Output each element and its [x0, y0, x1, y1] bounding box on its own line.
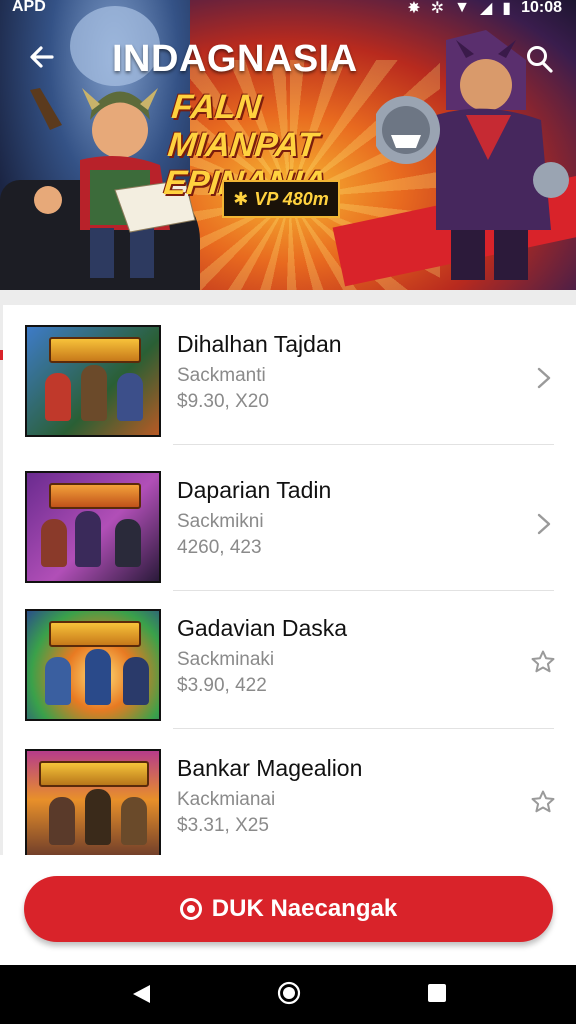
divider	[173, 444, 554, 445]
primary-action-label: DUK Naecangak	[211, 895, 398, 922]
item-price: $3.31, X25	[177, 815, 269, 836]
sparkle-icon: ✱	[233, 188, 249, 209]
thumbnail-figure	[45, 373, 71, 421]
radio-dot-icon	[179, 898, 202, 920]
status-time: 10:08	[521, 0, 562, 16]
promo-badge[interactable]: ✱ VP 480m	[222, 180, 340, 218]
thumbnail-figure	[85, 649, 111, 705]
item-subtitle: Kackmianai	[177, 789, 276, 810]
status-bar: APD ✸ ✲ ▼ ◢ ▮ 10:08	[0, 0, 576, 20]
thumbnail-figure	[117, 373, 143, 421]
item-title: Gadavian Daska	[177, 615, 348, 641]
thumbnail-figure	[115, 519, 141, 567]
primary-action-button[interactable]: DUK Naecangak	[24, 876, 553, 942]
thumbnail-figure	[49, 797, 75, 845]
item-title: Bankar Magealion	[177, 755, 363, 781]
star-outline-icon[interactable]	[530, 789, 556, 815]
list-item[interactable]: Daparian Tadin Sackmikni 4260, 423	[3, 451, 576, 591]
game-thumbnail	[25, 471, 161, 583]
app-screen: APD ✸ ✲ ▼ ◢ ▮ 10:08 INDAGNASIA FALN MIAN…	[0, 0, 576, 1024]
promo-badge-label: VP 480m	[254, 188, 329, 209]
game-list: Dihalhan Tajdan Sackmanti $9.30, X20 Dap…	[3, 305, 576, 861]
vibrate-icon: ✲	[430, 0, 445, 17]
star-outline-icon[interactable]	[530, 649, 556, 675]
nav-back-icon[interactable]	[130, 983, 152, 1005]
arrow-left-icon[interactable]	[26, 40, 60, 74]
item-price: 4260, 423	[177, 537, 262, 558]
thumbnail-figure	[45, 657, 71, 705]
item-price: $9.30, X20	[177, 391, 269, 412]
page-title: INDAGNASIA	[112, 38, 358, 80]
system-nav-bar	[0, 965, 576, 1024]
list-item[interactable]: Gadavian Daska Sackminaki $3.90, 422	[3, 589, 576, 729]
game-thumbnail	[25, 325, 161, 437]
signal-icon: ◢	[479, 0, 493, 17]
list-item[interactable]: Dihalhan Tajdan Sackmanti $9.30, X20	[3, 305, 576, 445]
thumbnail-banner	[49, 483, 141, 509]
thumbnail-figure	[121, 797, 147, 845]
item-price: $3.90, 422	[177, 675, 267, 696]
hero-banner: APD ✸ ✲ ▼ ◢ ▮ 10:08 INDAGNASIA FALN MIAN…	[0, 0, 576, 290]
battery-icon: ▮	[502, 0, 512, 17]
item-subtitle: Sackmikni	[177, 511, 264, 532]
chevron-right-icon[interactable]	[530, 511, 556, 537]
thumbnail-figure	[81, 365, 107, 421]
thumbnail-figure	[41, 519, 67, 567]
item-subtitle: Sackminaki	[177, 649, 275, 670]
thumbnail-banner	[49, 621, 141, 647]
item-subtitle: Sackmanti	[177, 365, 266, 386]
list-item[interactable]: Bankar Magealion Kackmianai $3.31, X25	[3, 729, 576, 869]
game-thumbnail	[25, 749, 161, 861]
status-carrier: APD	[12, 0, 46, 15]
game-thumbnail	[25, 609, 161, 721]
thumbnail-figure	[75, 511, 101, 567]
thumbnail-figure	[85, 789, 111, 845]
nav-recent-icon[interactable]	[428, 984, 446, 1002]
settings-icon: ✸	[407, 0, 421, 17]
thumbnail-banner	[49, 337, 141, 363]
thumbnail-figure	[123, 657, 149, 705]
nav-home-icon[interactable]	[277, 981, 301, 1005]
chevron-right-icon[interactable]	[530, 365, 556, 391]
item-title: Daparian Tadin	[177, 477, 332, 503]
wifi-icon: ▼	[454, 0, 470, 16]
status-icons: ✸ ✲ ▼ ◢ ▮ 10:08	[407, 0, 562, 18]
search-icon[interactable]	[524, 44, 554, 74]
item-title: Dihalhan Tajdan	[177, 331, 342, 357]
thumbnail-banner	[39, 761, 149, 787]
